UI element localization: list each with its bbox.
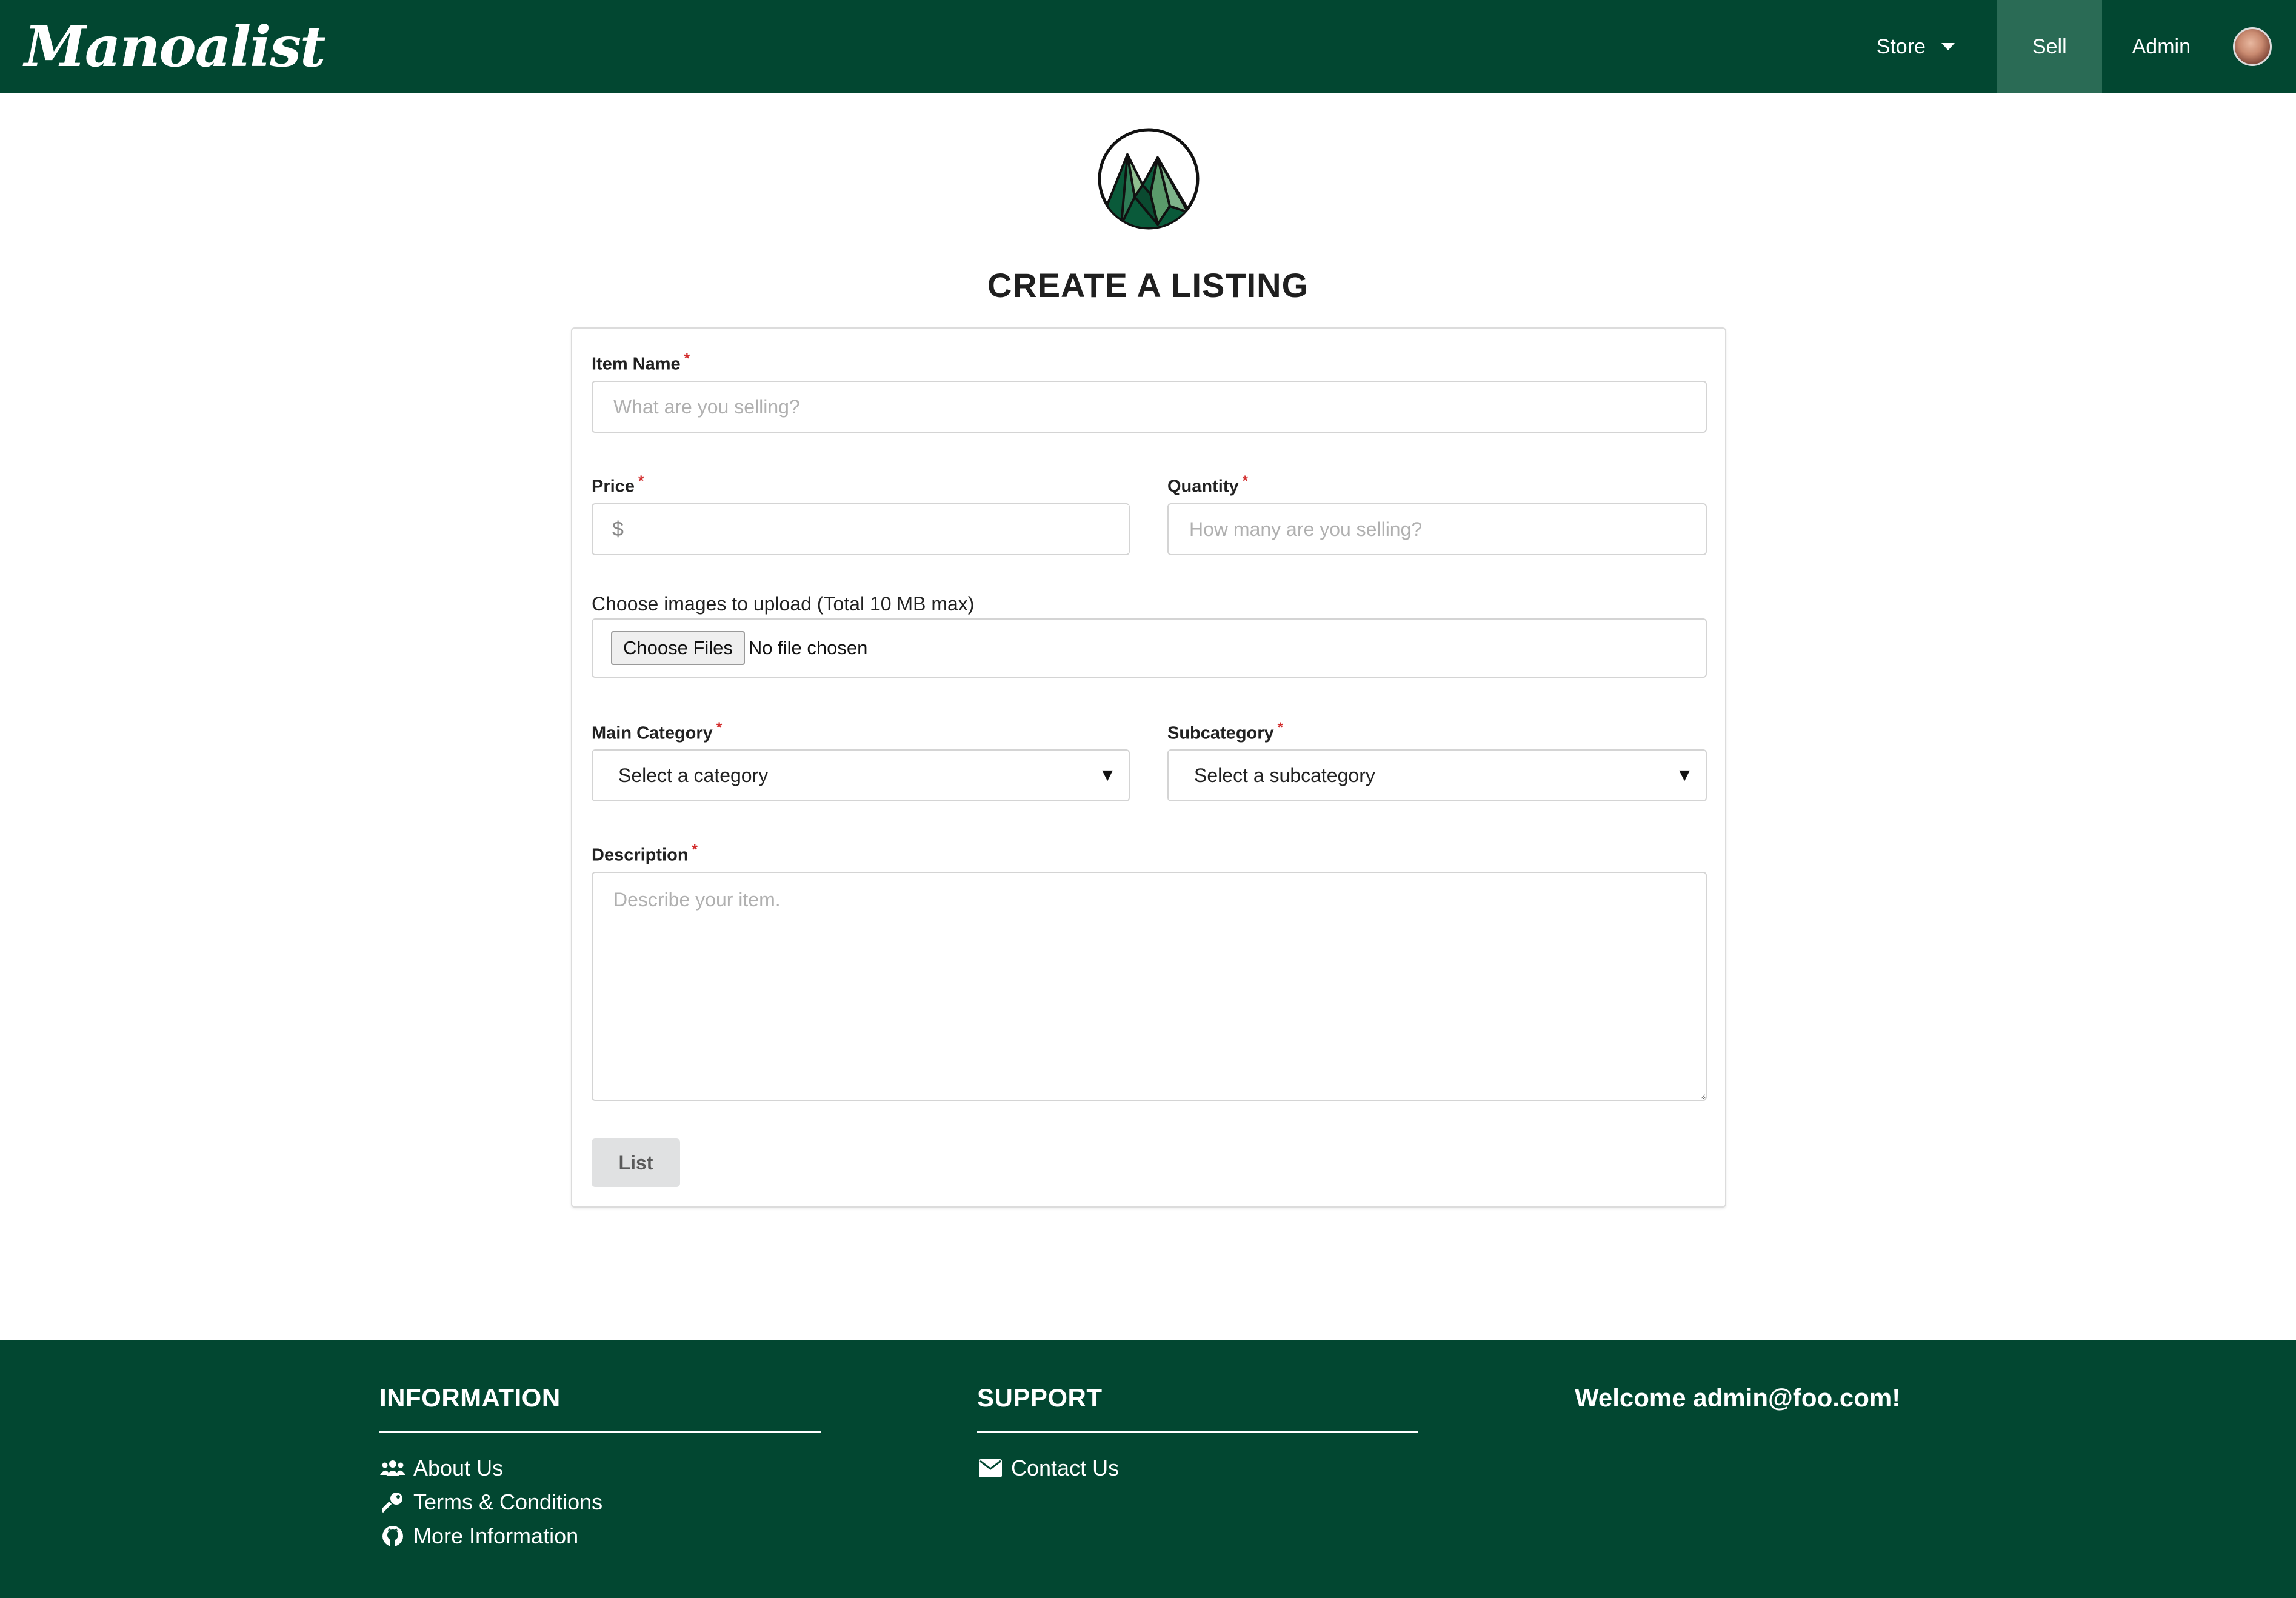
footer-link-label: About Us [413, 1456, 504, 1480]
welcome-message: Welcome admin@foo.com! [1575, 1383, 1901, 1412]
nav-admin[interactable]: Admin [2102, 0, 2221, 93]
price-input[interactable] [623, 505, 1129, 553]
required-marker: * [684, 350, 690, 367]
description-label-text: Description [592, 845, 689, 865]
footer-support-heading: SUPPORT [977, 1383, 1418, 1433]
price-label: Price * [592, 473, 644, 497]
dropdown-arrow-icon: ▼ [1098, 765, 1116, 785]
item-name-label: Item Name * [592, 350, 690, 375]
caret-down-icon [1941, 43, 1955, 50]
footer: INFORMATION About Us Terms & Conditions … [0, 1340, 2296, 1598]
list-button[interactable]: List [592, 1138, 680, 1187]
images-label: Choose images to upload (Total 10 MB max… [592, 593, 975, 615]
nav-menu: Store Sell Admin [1846, 0, 2296, 93]
footer-link-more-info[interactable]: More Information [379, 1519, 821, 1553]
image-upload-field: Choose Files No file chosen [592, 618, 1707, 678]
quantity-label-text: Quantity [1167, 476, 1239, 496]
mountain-logo-icon [1098, 128, 1200, 230]
choose-files-button[interactable]: Choose Files [611, 631, 745, 665]
footer-information-heading: INFORMATION [379, 1383, 821, 1433]
key-icon [379, 1491, 406, 1513]
main-category-selected: Select a category [618, 764, 769, 786]
description-textarea[interactable] [592, 872, 1707, 1101]
footer-link-label: Terms & Conditions [413, 1489, 603, 1514]
quantity-input[interactable] [1167, 503, 1707, 555]
top-navbar: Manoalist Store Sell Admin [0, 0, 2296, 93]
subcategory-select[interactable]: Select a subcategory ▼ [1167, 749, 1707, 801]
subcategory-label: Subcategory * [1167, 720, 1283, 744]
quantity-label: Quantity * [1167, 473, 1248, 497]
item-name-input[interactable] [592, 381, 1707, 433]
footer-support: SUPPORT Contact Us [977, 1383, 1418, 1485]
dropdown-arrow-icon: ▼ [1675, 765, 1694, 785]
description-label: Description * [592, 841, 698, 866]
footer-link-contact[interactable]: Contact Us [977, 1451, 1418, 1485]
dollar-sign: $ [612, 517, 624, 541]
footer-link-terms[interactable]: Terms & Conditions [379, 1485, 821, 1519]
nav-store-dropdown[interactable]: Store [1846, 0, 1997, 93]
envelope-icon [977, 1459, 1004, 1477]
file-status-text: No file chosen [748, 637, 868, 658]
required-marker: * [638, 473, 644, 489]
users-icon [379, 1459, 406, 1477]
main-category-label: Main Category * [592, 720, 722, 744]
main-category-label-text: Main Category [592, 723, 713, 743]
required-marker: * [1242, 473, 1248, 489]
main-category-select[interactable]: Select a category ▼ [592, 749, 1130, 801]
brand-logo[interactable]: Manoalist [24, 11, 326, 82]
required-marker: * [716, 720, 723, 736]
price-field: $ [592, 503, 1130, 555]
footer-link-about[interactable]: About Us [379, 1451, 821, 1485]
user-avatar[interactable] [2233, 27, 2272, 66]
footer-information: INFORMATION About Us Terms & Conditions … [379, 1383, 821, 1553]
required-marker: * [1277, 720, 1284, 736]
footer-link-label: Contact Us [1011, 1456, 1120, 1480]
nav-store-label: Store [1876, 35, 1926, 58]
subcategory-selected: Select a subcategory [1194, 764, 1375, 786]
subcategory-label-text: Subcategory [1167, 723, 1274, 743]
page-title: CREATE A LISTING [987, 266, 1309, 304]
nav-sell[interactable]: Sell [1997, 0, 2102, 93]
item-name-label-text: Item Name [592, 354, 681, 374]
listing-form-card: Item Name* Price* $ Quantity* Choose ima… [571, 327, 1726, 1208]
price-label-text: Price [592, 476, 635, 496]
footer-link-label: More Information [413, 1523, 579, 1548]
required-marker: * [692, 841, 698, 858]
github-icon [379, 1525, 406, 1547]
